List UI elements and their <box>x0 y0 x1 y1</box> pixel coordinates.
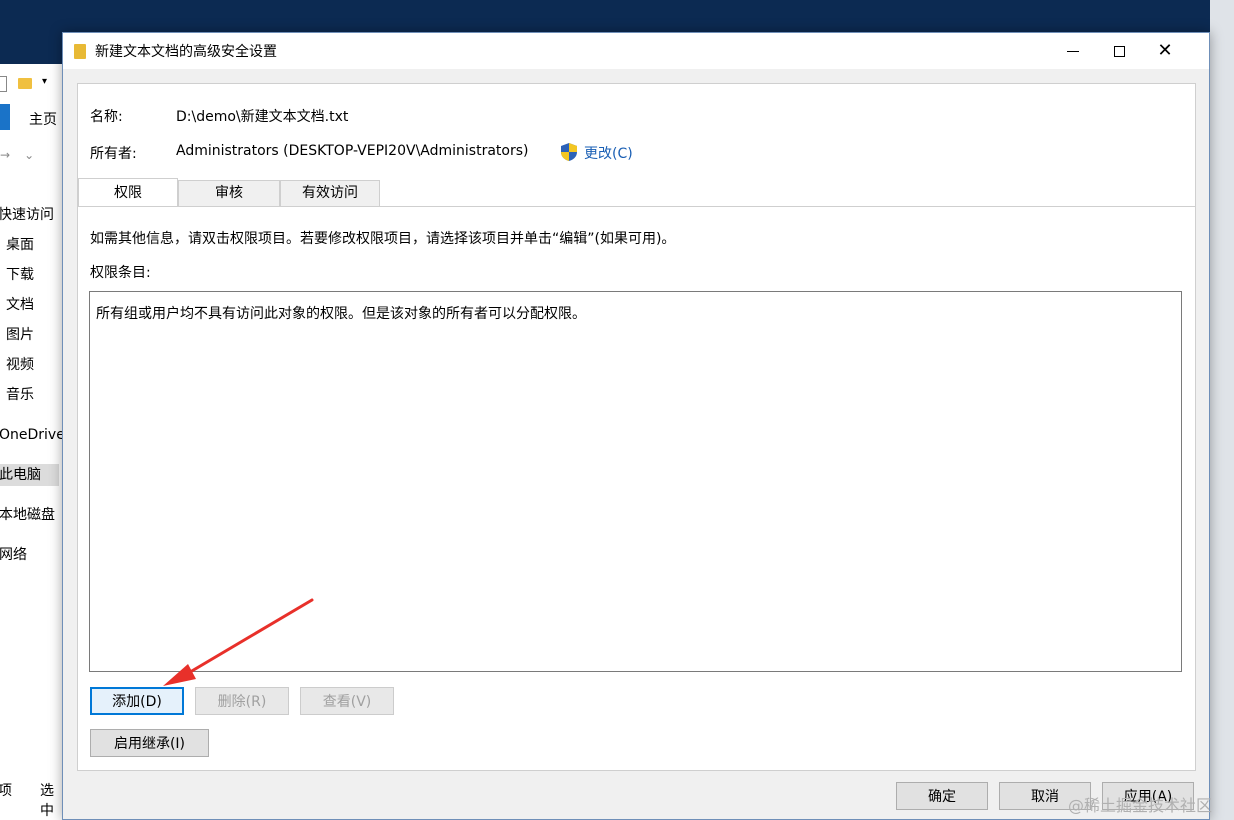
sidebar-item-network[interactable]: 网络 <box>0 544 27 566</box>
empty-list-message: 所有组或用户均不具有访问此对象的权限。但是该对象的所有者可以分配权限。 <box>96 306 586 322</box>
background-window-edge <box>1210 0 1234 820</box>
back-arrow-icon[interactable]: → <box>0 148 10 162</box>
uac-shield-icon <box>561 143 577 161</box>
sidebar-item-desktop[interactable]: 桌面 <box>6 234 34 256</box>
sidebar-item-documents[interactable]: 文档 <box>6 294 34 316</box>
sidebar-item-videos[interactable]: 视频 <box>6 354 34 376</box>
window-title: 新建文本文档的高级安全设置 <box>95 44 277 60</box>
ok-button[interactable]: 确定 <box>896 782 988 810</box>
title-bar[interactable]: 新建文本文档的高级安全设置 ✕ <box>63 33 1209 69</box>
sidebar-item-local-disk[interactable]: 本地磁盘 <box>0 504 55 526</box>
tab-divider <box>78 206 1195 207</box>
tab-effective-access[interactable]: 有效访问 <box>280 180 380 206</box>
name-label: 名称: <box>90 109 123 125</box>
permission-entries-label: 权限条目: <box>90 265 151 281</box>
sidebar-item-downloads[interactable]: 下载 <box>6 264 34 286</box>
recent-chevron-icon[interactable]: ⌄ <box>24 148 34 162</box>
owner-value: Administrators (DESKTOP-VEPI20V\Administ… <box>176 143 529 159</box>
status-selected: 选中 <box>40 783 54 819</box>
maximize-icon <box>1113 45 1125 57</box>
sidebar-item-pictures[interactable]: 图片 <box>6 324 34 346</box>
status-item-count: 项 <box>0 783 12 799</box>
folder-icon <box>74 44 86 59</box>
minimize-button[interactable] <box>1050 33 1096 69</box>
close-icon: ✕ <box>1157 40 1173 61</box>
change-owner-link[interactable]: 更改(C) <box>584 143 633 163</box>
tab-auditing[interactable]: 审核 <box>178 180 280 206</box>
maximize-button[interactable] <box>1096 33 1142 69</box>
tab-home[interactable]: 主页 <box>29 109 57 129</box>
explorer-ribbon: 主页 <box>0 104 62 132</box>
sidebar-item-onedrive[interactable]: OneDrive <box>0 424 62 446</box>
add-button[interactable]: 添加(D) <box>90 687 184 715</box>
sidebar-item-music[interactable]: 音乐 <box>6 384 34 406</box>
watermark: @稀土掘金技术社区 <box>1068 796 1213 815</box>
settings-panel: 名称: D:\demo\新建文本文档.txt 所有者: Administrato… <box>77 83 1196 771</box>
properties-icon[interactable] <box>0 76 7 92</box>
remove-button[interactable]: 删除(R) <box>195 687 289 715</box>
explorer-nav-arrows: → ⌄ <box>0 148 48 162</box>
explorer-quick-toolbar: ▾ <box>0 72 62 96</box>
advanced-security-dialog: 新建文本文档的高级安全设置 ✕ 名称: D:\demo\新建文本文档.txt 所… <box>62 32 1210 820</box>
sidebar-item-quick-access[interactable]: 快速访问 <box>0 204 54 226</box>
permission-entries-list[interactable]: 所有组或用户均不具有访问此对象的权限。但是该对象的所有者可以分配权限。 <box>89 291 1182 672</box>
enable-inheritance-button[interactable]: 启用继承(I) <box>90 729 209 757</box>
file-explorer-window: ▾ 主页 → ⌄ 快速访问 桌面 下载 文档 图片 视频 音乐 OneDrive … <box>0 64 62 820</box>
view-button[interactable]: 查看(V) <box>300 687 394 715</box>
permissions-description: 如需其他信息，请双击权限项目。若要修改权限项目，请选择该项目并单击“编辑”(如果… <box>90 231 676 247</box>
owner-label: 所有者: <box>90 146 137 162</box>
file-tab[interactable] <box>0 104 10 130</box>
dropdown-icon[interactable]: ▾ <box>42 76 47 87</box>
name-value: D:\demo\新建文本文档.txt <box>176 109 349 125</box>
close-button[interactable]: ✕ <box>1142 33 1188 69</box>
sidebar-item-this-pc[interactable]: 此电脑 <box>0 464 59 486</box>
folder-icon[interactable] <box>18 78 32 89</box>
tab-permissions[interactable]: 权限 <box>78 178 178 206</box>
minimize-icon <box>1067 50 1079 52</box>
